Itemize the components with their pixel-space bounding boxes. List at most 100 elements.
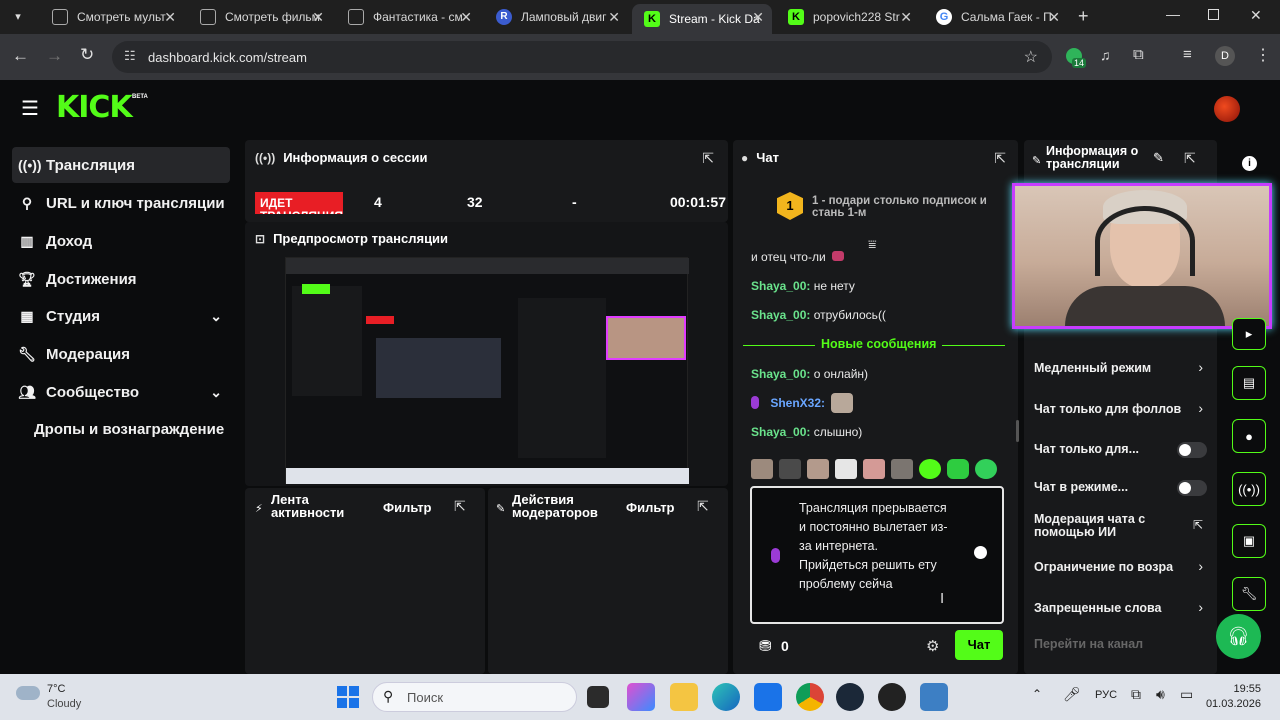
chat-username[interactable]: Shaya_00:	[751, 425, 810, 439]
chrome-icon[interactable]	[796, 683, 824, 711]
rail-layout-button[interactable]: ▣	[1232, 524, 1266, 558]
emote-mode-toggle[interactable]	[1177, 480, 1207, 496]
close-icon[interactable]: ✕	[900, 9, 912, 26]
close-icon[interactable]: ✕	[752, 9, 764, 26]
filter-button[interactable]: Фильтр	[383, 500, 432, 515]
ai-moderation-setting[interactable]: Модерация чата с помощью ИИ	[1034, 513, 1164, 539]
app-icon[interactable]	[920, 683, 948, 711]
profile-avatar[interactable]: D	[1215, 46, 1235, 66]
nav-item-studio[interactable]: ▦ Студия ⌄	[12, 298, 230, 334]
go-to-channel-link[interactable]: Перейти на канал	[1034, 637, 1212, 651]
chat-scrollbar[interactable]	[1016, 420, 1019, 442]
nav-item-url-key[interactable]: ⚲ URL и ключ трансляции	[12, 185, 244, 221]
close-icon[interactable]: ✕	[608, 9, 620, 26]
windows-start-icon[interactable]	[337, 686, 359, 708]
browser-tab[interactable]: G Сальма Гаек - П ✕	[924, 4, 1068, 30]
stream-preview-video[interactable]	[285, 257, 689, 484]
clock-date[interactable]: 01.03.2026	[1196, 698, 1261, 710]
back-icon[interactable]: ←	[12, 46, 29, 66]
forward-icon[interactable]: →	[46, 46, 63, 66]
emote-icon[interactable]	[807, 459, 829, 479]
close-icon[interactable]: ✕	[1048, 9, 1060, 26]
minimize-button[interactable]: —	[1166, 6, 1180, 22]
bookmark-star-icon[interactable]: ☆	[1024, 47, 1038, 67]
nav-item-moderation[interactable]: 🔧︎ Модерация	[12, 336, 230, 372]
age-restriction-setting[interactable]: Ограничение по возра	[1034, 560, 1182, 574]
popout-icon[interactable]: ⇱	[702, 150, 714, 167]
rail-button[interactable]: ▸	[1232, 318, 1266, 350]
emote-icon[interactable]	[779, 459, 801, 479]
close-window-button[interactable]: ✕	[1250, 7, 1262, 24]
popout-icon[interactable]: ⇱	[697, 498, 709, 515]
nav-item-community[interactable]: 👥︎ Сообщество ⌄	[12, 374, 230, 410]
filter-button[interactable]: Фильтр	[626, 500, 675, 515]
emote-icon[interactable]	[863, 459, 885, 479]
followers-only-setting[interactable]: Чат только для фоллов	[1034, 402, 1190, 416]
file-explorer-icon[interactable]	[670, 683, 698, 711]
taskbar-search[interactable]: ⚲ Поиск	[372, 682, 577, 712]
emote-icon[interactable]	[835, 459, 857, 479]
emote-icon[interactable]	[891, 459, 913, 479]
maximize-button[interactable]	[1208, 9, 1219, 20]
chat-username[interactable]: Shaya_00:	[751, 367, 810, 381]
info-icon[interactable]: i	[1242, 156, 1257, 171]
subscribers-only-toggle[interactable]	[1177, 442, 1207, 458]
music-extension-icon[interactable]: ♫	[1100, 47, 1111, 63]
weather-temp[interactable]: 7°C	[47, 683, 65, 695]
browser-tab[interactable]: Смотреть мульт ✕	[40, 4, 184, 30]
emote-icon[interactable]	[919, 459, 941, 479]
close-icon[interactable]: ✕	[164, 9, 176, 26]
reload-icon[interactable]: ↻	[80, 45, 94, 65]
language-indicator[interactable]: РУС	[1095, 689, 1117, 701]
nav-item-stream[interactable]: ((•)) Трансляция	[12, 147, 230, 183]
clock-time[interactable]: 19:55	[1209, 683, 1261, 695]
banned-words-setting[interactable]: Запрещенные слова	[1034, 601, 1190, 615]
tray-chevron-icon[interactable]: ⌃	[1032, 687, 1042, 701]
close-icon[interactable]: ✕	[312, 9, 324, 26]
nav-item-drops[interactable]: Дропы и вознаграждение	[34, 411, 244, 447]
volume-icon[interactable]: 🔊︎	[1156, 686, 1165, 703]
copilot-icon[interactable]	[627, 683, 655, 711]
popout-icon[interactable]: ⇱	[994, 150, 1006, 167]
new-tab-button[interactable]: +	[1078, 6, 1089, 27]
emote-icon[interactable]	[947, 459, 969, 479]
popout-icon[interactable]: ⇱	[1184, 150, 1196, 167]
rail-broadcast-button[interactable]: ((•))	[1232, 472, 1266, 506]
user-avatar[interactable]	[1214, 96, 1240, 122]
battery-icon[interactable]: ▭	[1180, 686, 1193, 703]
browser-tab[interactable]: R Ламповый двиг ✕	[484, 4, 628, 30]
close-icon[interactable]: ✕	[460, 9, 472, 26]
hamburger-icon[interactable]: ☰	[21, 96, 39, 121]
app-icon[interactable]	[878, 683, 906, 711]
rail-tools-button[interactable]: 🔧︎	[1232, 577, 1266, 611]
browser-tab-active[interactable]: K Stream - Kick Da ✕	[632, 4, 772, 34]
emote-icon[interactable]	[975, 459, 997, 479]
task-view-icon[interactable]	[587, 686, 609, 708]
browser-tab[interactable]: Смотреть фильм ✕	[188, 4, 332, 30]
network-icon[interactable]: ⧉	[1131, 686, 1141, 703]
scroll-down-icon[interactable]: ⩸	[868, 236, 877, 253]
store-icon[interactable]	[754, 683, 782, 711]
url-field[interactable]: ☷ dashboard.kick.com/stream ☆	[112, 41, 1052, 73]
menu-dots-icon[interactable]: ⋮	[1255, 45, 1271, 65]
emoji-picker-icon[interactable]	[974, 546, 987, 559]
browser-tab[interactable]: K popovich228 Str ✕	[776, 4, 920, 30]
media-control-icon[interactable]: ≡	[1183, 46, 1192, 63]
steam-icon[interactable]	[836, 683, 864, 711]
edge-icon[interactable]	[712, 683, 740, 711]
nav-item-income[interactable]: ▥ Доход	[12, 223, 230, 259]
chat-username[interactable]: ShenX32:	[770, 396, 825, 410]
send-chat-button[interactable]: Чат	[955, 630, 1003, 660]
microphone-icon[interactable]: 🎤︎	[1063, 686, 1081, 703]
edit-pencil-icon[interactable]: ✎	[1153, 150, 1164, 166]
slow-mode-setting[interactable]: Медленный режим	[1034, 361, 1212, 375]
support-chat-button[interactable]: 🎧︎	[1216, 614, 1261, 659]
nav-item-achievements[interactable]: 🏆︎ Достижения	[12, 261, 230, 297]
site-info-icon[interactable]: ☷	[124, 48, 136, 64]
popout-icon[interactable]: ⇱	[454, 498, 466, 515]
browser-tab[interactable]: Фантастика - см ✕	[336, 4, 480, 30]
chat-username[interactable]: Shaya_00:	[751, 279, 810, 293]
points-icon[interactable]: ⛃	[759, 637, 772, 655]
chat-username[interactable]: Shaya_00:	[751, 308, 810, 322]
rail-chat-button[interactable]: ●	[1232, 419, 1266, 453]
